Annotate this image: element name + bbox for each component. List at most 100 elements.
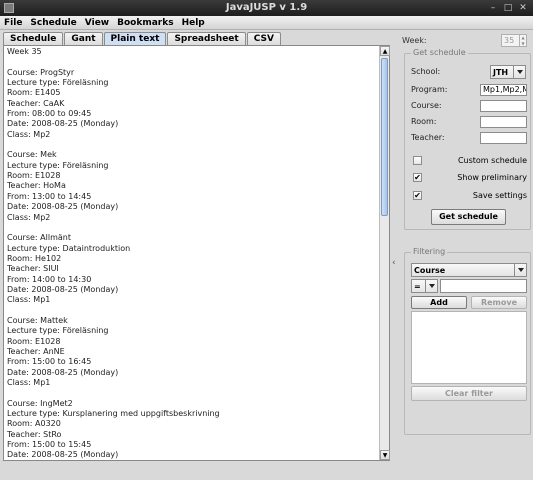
teacher-field[interactable] (480, 132, 527, 144)
program-label: Program: (411, 85, 448, 94)
text-line: Date: 2008-08-25 (Monday) (7, 367, 119, 377)
title-bar: JavaJUSP v 1.9 – □ ✕ (0, 0, 533, 16)
text-line: From: 14:00 to 14:30 (7, 274, 92, 284)
filter-field-select[interactable]: Course (411, 263, 527, 277)
text-line: From: 15:00 to 16:45 (7, 357, 92, 367)
show-preliminary-checkbox[interactable]: ✔ Show preliminary (413, 172, 527, 184)
vertical-scrollbar[interactable]: ▲ ▼ (379, 46, 390, 460)
remove-filter-button[interactable]: Remove (471, 296, 527, 309)
menu-bookmarks[interactable]: Bookmarks (117, 16, 173, 29)
clear-filter-button[interactable]: Clear filter (411, 386, 527, 401)
text-line: Lecture type: Föreläsning (7, 326, 109, 336)
tab-plain-text[interactable]: Plain text (103, 32, 167, 45)
text-line: From: 15:00 to 15:45 (7, 440, 92, 450)
teacher-label: Teacher: (411, 133, 445, 142)
text-line: Teacher: HoMa (7, 181, 66, 191)
scroll-thumb[interactable] (381, 58, 388, 216)
tab-gant[interactable]: Gant (64, 32, 103, 45)
text-line: Teacher: StRo (7, 429, 62, 439)
course-label: Course: (411, 101, 442, 110)
filter-list[interactable] (411, 311, 527, 384)
scroll-down-icon[interactable]: ▼ (380, 450, 390, 460)
text-line: Room: E1028 (7, 171, 61, 181)
get-schedule-group: Get schedule School: JTH Program: Mp1,Mp… (404, 48, 531, 230)
filter-text-field[interactable] (440, 279, 527, 293)
tab-schedule[interactable]: Schedule (3, 32, 64, 45)
text-line: Teacher: CaAK (7, 98, 65, 108)
text-line (7, 57, 377, 67)
show-preliminary-label: Show preliminary (457, 173, 527, 182)
text-line: Date: 2008-08-25 (Monday) (7, 119, 119, 129)
window-title: JavaJUSP v 1.9 (225, 2, 308, 13)
get-schedule-legend: Get schedule (411, 48, 468, 57)
text-line: Date: 2008-08-25 (Monday) (7, 202, 119, 212)
room-label: Room: (411, 117, 437, 126)
text-line: From: 13:00 to 14:45 (7, 191, 92, 201)
text-line: Class: Mp1 (7, 378, 51, 387)
maximize-icon[interactable]: □ (502, 2, 514, 14)
text-line: Course: Mattek (7, 315, 68, 325)
close-icon[interactable]: ✕ (517, 2, 529, 14)
text-line: Teacher: SIUI (7, 264, 59, 274)
text-line: Lecture type: Kursplanering med uppgifts… (7, 409, 220, 419)
checkmark-icon[interactable]: ✔ (413, 191, 422, 200)
text-line: Week 35 (7, 47, 42, 56)
text-line: Class: Mp2 (7, 129, 51, 139)
tab-csv[interactable]: CSV (246, 32, 281, 45)
filtering-group: Filtering Course = Add Remove Clear filt… (404, 247, 531, 435)
get-schedule-button[interactable]: Get schedule (431, 209, 506, 225)
view-tabs: Schedule Gant Plain text Spreadsheet CSV (3, 32, 282, 45)
week-spinner[interactable]: 35 ▲ ▼ (501, 34, 527, 47)
filter-operator-select[interactable]: = (411, 279, 438, 293)
control-panel: Week: 35 ▲ ▼ Get schedule School: JTH Pr… (402, 33, 532, 463)
text-line (7, 306, 377, 316)
text-line: Course: ProgStyr (7, 67, 75, 77)
menu-file[interactable]: File (4, 16, 22, 29)
school-value: JTH (493, 68, 509, 77)
menu-bar: File Schedule View Bookmarks Help (0, 16, 533, 30)
course-field[interactable] (480, 100, 527, 112)
text-line: Room: E1028 (7, 336, 61, 346)
custom-schedule-checkbox[interactable]: Custom schedule (413, 155, 527, 167)
chevron-down-icon[interactable] (425, 280, 437, 292)
text-line: From: 08:00 to 09:45 (7, 109, 92, 119)
checkmark-icon[interactable]: ✔ (413, 173, 422, 182)
add-filter-button[interactable]: Add (411, 296, 467, 309)
text-line: Course: Mek (7, 150, 57, 160)
room-field[interactable] (480, 116, 527, 128)
text-line: Date: 2008-08-25 (Monday) (7, 450, 119, 459)
chevron-down-icon[interactable] (513, 66, 525, 78)
school-select[interactable]: JTH (490, 65, 526, 79)
chevron-down-icon[interactable] (514, 264, 526, 276)
text-line: Room: E1405 (7, 88, 61, 98)
save-settings-label: Save settings (472, 191, 527, 200)
checkbox-unchecked-icon[interactable] (413, 156, 422, 165)
spinner-down-icon[interactable]: ▼ (520, 41, 526, 47)
text-line (7, 140, 377, 150)
text-line: Class: Mp1 (7, 295, 51, 305)
text-line: Room: A0320 (7, 419, 61, 429)
minimize-icon[interactable]: – (487, 2, 499, 14)
text-line: Lecture type: Föreläsning (7, 160, 109, 170)
week-label: Week: (402, 36, 427, 45)
text-line: Teacher: AnNE (7, 346, 65, 356)
plain-text-area[interactable]: Week 35 Course: ProgStyr Lecture type: Fö… (5, 47, 379, 459)
tab-spreadsheet[interactable]: Spreadsheet (167, 32, 246, 45)
text-line: Course: IngMet2 (7, 398, 73, 408)
text-line: Course: Allmänt (7, 233, 71, 243)
week-value: 35 (504, 36, 515, 45)
menu-view[interactable]: View (85, 16, 109, 29)
collapse-arrow-icon[interactable]: ‹ (392, 258, 400, 270)
menu-help[interactable]: Help (182, 16, 205, 29)
text-line: Lecture type: Föreläsning (7, 78, 109, 88)
school-label: School: (411, 67, 441, 76)
filtering-legend: Filtering (411, 247, 448, 256)
filter-operator-value: = (414, 282, 421, 291)
filter-field-value: Course (414, 266, 446, 275)
menu-schedule[interactable]: Schedule (30, 16, 76, 29)
save-settings-checkbox[interactable]: ✔ Save settings (413, 190, 527, 202)
text-line: Room: He102 (7, 253, 62, 263)
program-field[interactable]: Mp1,Mp2,Mp3 (480, 84, 527, 96)
scroll-up-icon[interactable]: ▲ (380, 46, 390, 56)
custom-schedule-label: Custom schedule (457, 156, 527, 165)
